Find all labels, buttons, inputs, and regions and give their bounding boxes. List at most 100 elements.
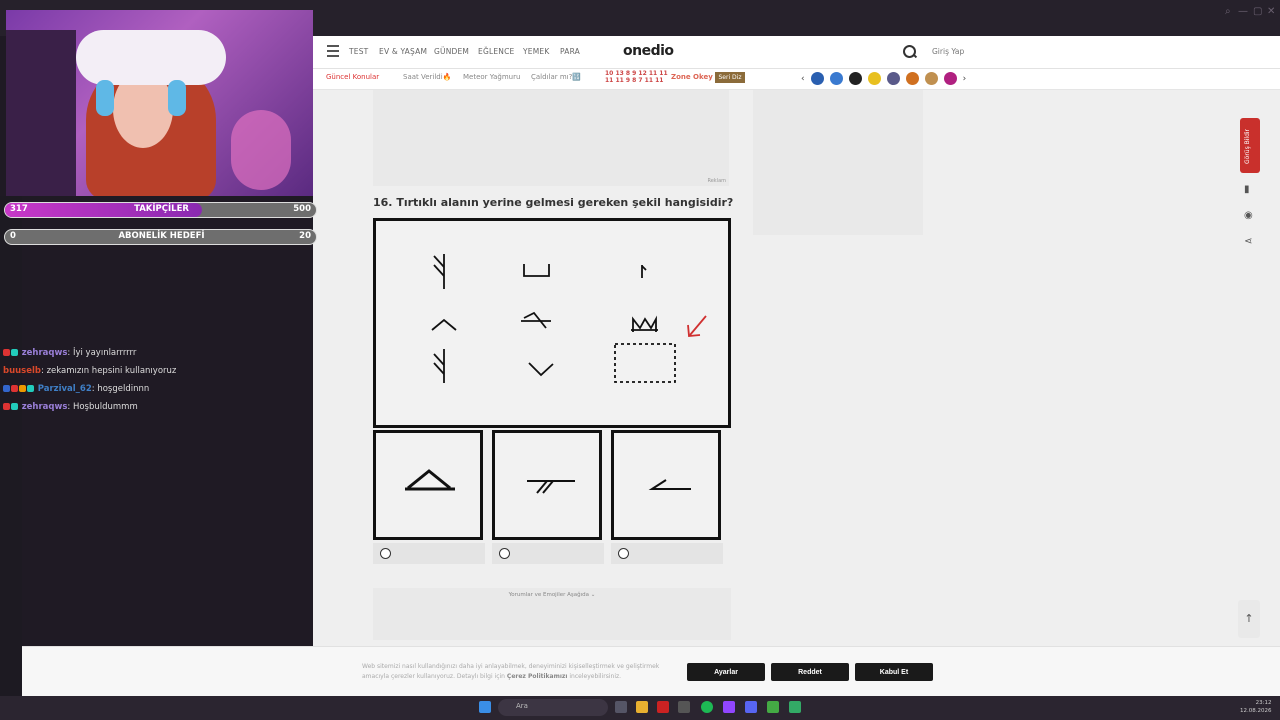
obs-icon[interactable] — [789, 701, 801, 713]
comments-section[interactable]: Yorumlar ve Emojiler Aşağıda ⌄ — [373, 588, 731, 640]
badge-icon — [3, 349, 10, 356]
top-nav: TEST EV & YAŞAM GÜNDEM EĞLENCE YEMEK PAR… — [313, 36, 1280, 69]
maximize-icon[interactable]: ▢ — [1253, 6, 1262, 17]
feedback-tab[interactable]: Görüş Bildir — [1240, 118, 1260, 173]
cam-headphone-right — [168, 80, 186, 116]
hamburger-menu-icon[interactable] — [327, 45, 339, 57]
story-avatar[interactable] — [924, 72, 938, 85]
comment-icon[interactable]: ◉ — [1244, 210, 1253, 221]
cam-headphone-left — [96, 80, 114, 116]
chat-overlay: zehraqws: İyi yayınlarrrrrr buuselb: zek… — [3, 348, 303, 420]
story-avatar[interactable] — [829, 72, 843, 85]
cookie-policy-link[interactable]: Çerez Politikamızı — [507, 673, 568, 680]
answer-option-a[interactable] — [373, 430, 483, 540]
twitch-icon[interactable] — [723, 701, 735, 713]
cam-shelf — [6, 30, 76, 196]
slashed-line-shape-icon — [527, 480, 575, 494]
trending-bar: Güncel Konular Saat Verildi🔥 Meteor Yağm… — [313, 69, 1280, 90]
spotify-icon[interactable] — [701, 701, 713, 713]
chevron-right-icon[interactable]: › — [963, 74, 967, 84]
chat-username: buuselb — [3, 366, 42, 376]
subs-target: 20 — [299, 231, 311, 241]
subs-goal-label: ABONELİK HEDEFİ — [118, 231, 205, 241]
cam-bunny-hat — [76, 30, 226, 85]
badge-icon — [11, 385, 18, 392]
story-avatar[interactable] — [810, 72, 824, 85]
chat-text: : hoşgeldinnn — [91, 384, 150, 394]
followers-target: 500 — [293, 204, 311, 214]
taskbar-search-label: Ara — [516, 702, 528, 710]
zone-okey-link[interactable]: Zone Okey — [671, 73, 713, 81]
followers-goal-label: TAKİPÇİLER — [134, 204, 189, 214]
story-avatars: ‹ › — [801, 72, 966, 85]
bookmark-icon[interactable]: ▮ — [1244, 184, 1250, 195]
nav-gundem[interactable]: GÜNDEM — [434, 47, 469, 56]
share-icon[interactable]: ⋖ — [1244, 236, 1252, 247]
onedio-page: TEST EV & YAŞAM GÜNDEM EĞLENCE YEMEK PAR… — [313, 36, 1280, 646]
nav-para[interactable]: PARA — [560, 47, 580, 56]
trending-item[interactable]: Çaldılar mı?🔢 — [531, 73, 581, 81]
chat-username: zehraqws — [21, 402, 68, 412]
seri-diz-badge[interactable]: Seri Diz — [715, 72, 745, 83]
option-c-radio[interactable] — [618, 548, 629, 559]
option-a-radio[interactable] — [380, 548, 391, 559]
chrome-icon[interactable] — [767, 701, 779, 713]
nav-eglence[interactable]: EĞLENCE — [478, 47, 514, 56]
comments-hint: Yorumlar ve Emojiler Aşağıda ⌄ — [508, 592, 596, 598]
trending-item[interactable]: Meteor Yağmuru — [463, 73, 520, 81]
option-b-radio[interactable] — [499, 548, 510, 559]
task-view-icon[interactable] — [615, 701, 627, 713]
option-a-footer[interactable] — [373, 543, 485, 564]
story-avatar[interactable] — [886, 72, 900, 85]
followers-goal-bar: TAKİPÇİLER 317 500 — [4, 202, 317, 218]
taskbar-clock[interactable]: 23:12 12.08.2026 — [1240, 699, 1272, 715]
search-icon[interactable] — [903, 45, 916, 58]
triangle-shape-icon — [405, 469, 455, 491]
cookie-message-end: inceleyebilirsiniz. — [569, 673, 622, 680]
settings-icon[interactable] — [678, 701, 690, 713]
option-c-footer[interactable] — [611, 543, 723, 564]
cookie-banner: Web sitemizi nasıl kullandığınızı daha i… — [22, 646, 1280, 697]
chat-message: zehraqws: İyi yayınlarrrrrr — [3, 348, 303, 366]
game-numbers[interactable]: 10 13 8 9 12 11 11 11 11 9 8 7 11 11 — [605, 70, 668, 84]
trending-item[interactable]: Saat Verildi🔥 — [403, 73, 451, 81]
close-icon[interactable]: ✕ — [1267, 6, 1275, 17]
search-icon[interactable]: ⌕ — [1225, 6, 1231, 17]
story-avatar[interactable] — [867, 72, 881, 85]
nav-test[interactable]: TEST — [349, 47, 368, 56]
nav-yemek[interactable]: YEMEK — [523, 47, 549, 56]
story-avatar[interactable] — [905, 72, 919, 85]
angle-shape-icon — [648, 479, 691, 490]
webcam-overlay — [6, 10, 313, 196]
cookie-settings-button[interactable]: Ayarlar — [687, 663, 765, 681]
site-logo[interactable]: onedio — [623, 43, 674, 59]
badge-icon — [19, 385, 26, 392]
windows-start-icon[interactable] — [479, 701, 491, 713]
puzzle-figure — [431, 254, 707, 383]
badge-icon — [3, 403, 10, 410]
answer-option-c[interactable] — [611, 430, 721, 540]
left-edge-strip — [0, 196, 22, 696]
story-avatar[interactable] — [848, 72, 862, 85]
chevron-left-icon[interactable]: ‹ — [801, 74, 805, 84]
answer-option-b[interactable] — [492, 430, 602, 540]
file-explorer-icon[interactable] — [636, 701, 648, 713]
cam-plush — [231, 110, 291, 190]
discord-icon[interactable] — [745, 701, 757, 713]
cookie-accept-button[interactable]: Kabul Et — [855, 663, 933, 681]
login-link[interactable]: Giriş Yap — [932, 47, 964, 56]
chat-message: buuselb: zekamızın hepsini kullanıyoruz — [3, 366, 303, 384]
trending-label[interactable]: Güncel Konular — [326, 73, 379, 81]
ad-slot[interactable]: Reklam — [373, 90, 729, 186]
chat-text: : zekamızın hepsini kullanıyoruz — [41, 366, 177, 376]
badge-icon — [3, 385, 10, 392]
taskbar-search[interactable]: Ara — [498, 699, 608, 716]
ad-slot-right[interactable] — [753, 90, 923, 235]
minimize-icon[interactable]: — — [1238, 6, 1248, 17]
story-avatar[interactable] — [943, 72, 957, 85]
nav-ev-yasam[interactable]: EV & YAŞAM — [379, 47, 427, 56]
cookie-reject-button[interactable]: Reddet — [771, 663, 849, 681]
scroll-to-top-button[interactable]: ↑ — [1238, 600, 1260, 638]
app-icon[interactable] — [657, 701, 669, 713]
option-b-footer[interactable] — [492, 543, 604, 564]
